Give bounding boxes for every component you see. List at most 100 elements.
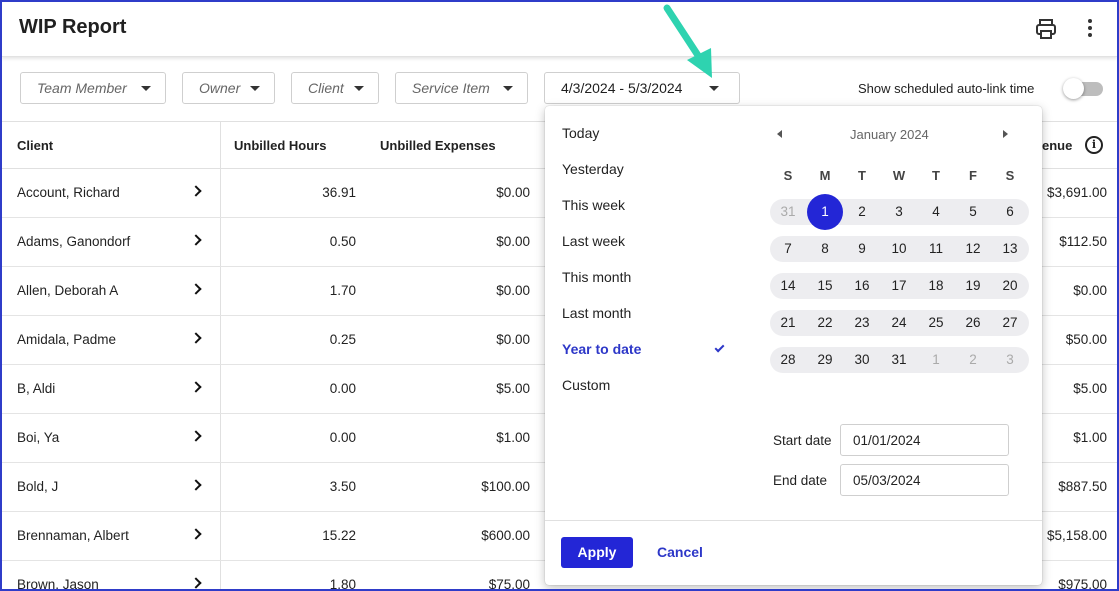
calendar-day[interactable]: 5 <box>958 199 988 225</box>
calendar-day[interactable]: 16 <box>847 273 877 299</box>
calendar-day[interactable]: 19 <box>958 273 988 299</box>
owner-filter-label: Owner <box>199 80 241 96</box>
calendar-day[interactable]: 14 <box>773 273 803 299</box>
calendar-day[interactable]: 6 <box>995 199 1025 225</box>
weekday-label: S <box>1005 168 1015 183</box>
calendar-day[interactable]: 23 <box>847 310 877 336</box>
chevron-right-icon[interactable] <box>190 332 202 344</box>
row-revenue: $5,158.00 <box>1046 528 1107 543</box>
header-unbilled-expenses[interactable]: Unbilled Expenses <box>380 138 496 153</box>
row-client: Account, Richard <box>17 185 120 200</box>
header-client[interactable]: Client <box>17 138 53 153</box>
row-revenue: $1.00 <box>1073 430 1107 445</box>
autolink-toggle[interactable] <box>1063 78 1103 99</box>
row-revenue: $975.00 <box>1058 577 1107 591</box>
row-hours: 36.91 <box>322 185 356 200</box>
row-expenses: $0.00 <box>496 185 530 200</box>
preset-last-month[interactable]: Last month <box>562 305 631 321</box>
calendar-day[interactable]: 17 <box>884 273 914 299</box>
calendar-day[interactable]: 7 <box>773 236 803 262</box>
calendar-day[interactable]: 30 <box>847 347 877 373</box>
end-date-input[interactable] <box>840 464 1009 496</box>
calendar-day[interactable]: 29 <box>810 347 840 373</box>
row-hours: 0.00 <box>329 430 356 445</box>
chevron-down-icon <box>709 86 719 91</box>
preset-today[interactable]: Today <box>562 125 599 141</box>
start-date-input[interactable] <box>840 424 1009 456</box>
owner-filter[interactable]: Owner <box>182 72 275 104</box>
app-frame: WIP Report Team Member Owner Client Serv… <box>0 0 1119 591</box>
preset-last-week[interactable]: Last week <box>562 233 625 249</box>
print-icon[interactable] <box>1034 17 1058 41</box>
calendar-day[interactable]: 9 <box>847 236 877 262</box>
check-icon <box>714 342 725 353</box>
chevron-down-icon <box>250 86 260 91</box>
calendar-day[interactable]: 10 <box>884 236 914 262</box>
calendar-day[interactable]: 26 <box>958 310 988 336</box>
row-expenses: $75.00 <box>488 577 530 591</box>
calendar-day[interactable]: 28 <box>773 347 803 373</box>
chevron-right-icon[interactable] <box>190 283 202 295</box>
header-revenue[interactable]: enue <box>1042 138 1072 153</box>
service-item-filter[interactable]: Service Item <box>395 72 528 104</box>
calendar-day[interactable]: 13 <box>995 236 1025 262</box>
calendar-day[interactable]: 2 <box>958 347 988 373</box>
start-date-label: Start date <box>773 433 832 448</box>
chevron-right-icon[interactable] <box>190 479 202 491</box>
more-options-icon[interactable] <box>1080 17 1100 41</box>
calendar-month-label: January 2024 <box>850 127 929 142</box>
chevron-down-icon <box>354 86 364 91</box>
chevron-right-icon[interactable] <box>190 234 202 246</box>
calendar-day[interactable]: 3 <box>884 199 914 225</box>
calendar-day[interactable]: 15 <box>810 273 840 299</box>
calendar-day[interactable]: 1 <box>921 347 951 373</box>
row-client: Bold, J <box>17 479 59 494</box>
preset-this-month[interactable]: This month <box>562 269 631 285</box>
calendar-day[interactable]: 22 <box>810 310 840 336</box>
calendar-day-selected[interactable]: 1 <box>807 194 843 230</box>
team-member-filter[interactable]: Team Member <box>20 72 166 104</box>
calendar-day[interactable]: 4 <box>921 199 951 225</box>
calendar-day[interactable]: 24 <box>884 310 914 336</box>
calendar-day[interactable]: 3 <box>995 347 1025 373</box>
row-client: Allen, Deborah A <box>17 283 119 298</box>
client-filter[interactable]: Client <box>291 72 379 104</box>
row-expenses: $1.00 <box>496 430 530 445</box>
row-revenue: $3,691.00 <box>1046 185 1107 200</box>
calendar-day[interactable]: 20 <box>995 273 1025 299</box>
calendar-day[interactable]: 18 <box>921 273 951 299</box>
row-expenses: $0.00 <box>496 332 530 347</box>
preset-yesterday[interactable]: Yesterday <box>562 161 624 177</box>
chevron-down-icon <box>503 86 513 91</box>
calendar-day[interactable]: 31 <box>773 199 803 225</box>
row-expenses: $0.00 <box>496 234 530 249</box>
calendar-day[interactable]: 25 <box>921 310 951 336</box>
next-month-icon[interactable] <box>1003 130 1008 138</box>
chevron-right-icon[interactable] <box>190 430 202 442</box>
calendar-day[interactable]: 27 <box>995 310 1025 336</box>
row-hours: 1.70 <box>329 283 356 298</box>
chevron-right-icon[interactable] <box>190 528 202 540</box>
calendar-day[interactable]: 8 <box>810 236 840 262</box>
calendar-day[interactable]: 12 <box>958 236 988 262</box>
preset-custom[interactable]: Custom <box>562 377 610 393</box>
calendar-day[interactable]: 2 <box>847 199 877 225</box>
row-client: Boi, Ya <box>17 430 60 445</box>
row-hours: 0.00 <box>329 381 356 396</box>
row-revenue: $112.50 <box>1059 234 1107 249</box>
weekday-label: W <box>892 168 906 183</box>
cancel-button[interactable]: Cancel <box>657 537 703 568</box>
preset-this-week[interactable]: This week <box>562 197 625 213</box>
weekday-label: F <box>969 168 977 183</box>
previous-month-icon[interactable] <box>777 130 782 138</box>
chevron-right-icon[interactable] <box>190 381 202 393</box>
info-icon[interactable]: i <box>1085 136 1103 154</box>
chevron-right-icon[interactable] <box>190 577 202 589</box>
calendar-day[interactable]: 31 <box>884 347 914 373</box>
header-unbilled-hours[interactable]: Unbilled Hours <box>234 138 326 153</box>
preset-year-to-date[interactable]: Year to date <box>562 341 641 357</box>
chevron-right-icon[interactable] <box>190 185 202 197</box>
calendar-day[interactable]: 21 <box>773 310 803 336</box>
calendar-day[interactable]: 11 <box>921 236 951 262</box>
apply-button[interactable]: Apply <box>561 537 633 568</box>
